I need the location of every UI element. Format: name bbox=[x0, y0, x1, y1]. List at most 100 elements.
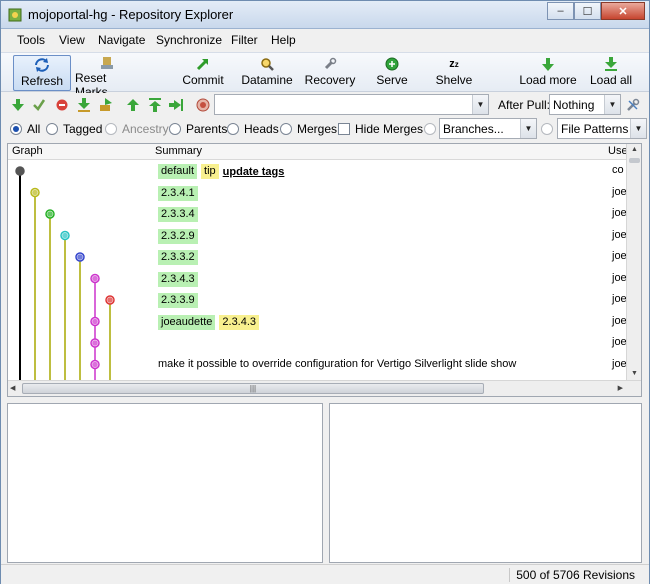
hide-merges-checkbox[interactable] bbox=[338, 123, 350, 135]
accept-check-icon[interactable] bbox=[31, 97, 47, 113]
wrench-icon bbox=[322, 55, 338, 73]
load-all-label: Load all bbox=[589, 73, 633, 87]
hide-merges-label[interactable]: Hide Merges bbox=[355, 122, 423, 136]
push-top-icon[interactable] bbox=[147, 97, 163, 113]
arrow-down-bar-icon bbox=[603, 55, 619, 73]
filter-all-label[interactable]: All bbox=[27, 122, 40, 136]
dropdown-arrow-icon[interactable]: ▼ bbox=[604, 95, 620, 114]
file-patterns-value: File Patterns bbox=[561, 122, 629, 136]
menu-filter[interactable]: Filter bbox=[231, 33, 258, 47]
file-list-pane[interactable] bbox=[7, 403, 323, 563]
column-header-summary[interactable]: Summary bbox=[155, 145, 202, 157]
load-more-label: Load more bbox=[519, 73, 577, 87]
row-user: joe bbox=[612, 336, 627, 348]
app-icon bbox=[8, 8, 22, 22]
maximize-button[interactable]: ☐ bbox=[574, 2, 601, 20]
table-row[interactable]: joe bbox=[8, 332, 628, 353]
table-row[interactable]: joeaudette 2.3.4.3 joe bbox=[8, 311, 628, 332]
refresh-label: Refresh bbox=[20, 74, 64, 88]
diff-pane[interactable] bbox=[329, 403, 642, 563]
horizontal-scroll-thumb[interactable]: ||| bbox=[22, 383, 484, 394]
filter-bar: All Tagged Ancestry Parents Heads Merges… bbox=[1, 117, 649, 141]
branches-select[interactable]: Branches... ▼ bbox=[439, 118, 537, 139]
recovery-button[interactable]: Recovery bbox=[302, 55, 358, 91]
dropdown-arrow-icon[interactable]: ▼ bbox=[520, 119, 536, 138]
filter-all-radio[interactable] bbox=[10, 123, 22, 135]
pull-icon[interactable] bbox=[76, 97, 92, 113]
filter-tagged-label[interactable]: Tagged bbox=[63, 122, 102, 136]
shelve-button[interactable]: zz Shelve bbox=[434, 55, 474, 91]
title-bar[interactable]: mojoportal-hg - Repository Explorer ‒ ☐ … bbox=[1, 1, 649, 29]
arrow-down-icon bbox=[540, 55, 556, 73]
scroll-up-icon[interactable]: ▲ bbox=[629, 146, 640, 154]
column-header-graph[interactable]: Graph bbox=[12, 145, 43, 157]
close-button[interactable]: ✕ bbox=[601, 2, 645, 20]
row-user: joe bbox=[612, 185, 627, 198]
filter-parents-radio[interactable] bbox=[169, 123, 181, 135]
dropdown-arrow-icon[interactable]: ▼ bbox=[630, 119, 646, 138]
table-row[interactable]: 2.3.2.9 joe bbox=[8, 225, 628, 246]
stop-target-icon[interactable] bbox=[195, 97, 211, 113]
dropdown-arrow-icon[interactable]: ▼ bbox=[472, 95, 488, 114]
scroll-right-icon[interactable]: ▶ bbox=[618, 384, 623, 392]
filter-merges-label[interactable]: Merges bbox=[297, 122, 337, 136]
repository-path-combobox[interactable]: ▼ bbox=[214, 94, 489, 115]
refresh-icon bbox=[33, 56, 51, 74]
tag-badge: 2.3.3.2 bbox=[158, 250, 198, 265]
menu-tools[interactable]: Tools bbox=[17, 33, 45, 47]
row-summary: make it possible to override configurati… bbox=[158, 358, 516, 370]
filter-file-patterns-radio[interactable] bbox=[541, 123, 553, 135]
commit-message: make it possible to override configurati… bbox=[158, 357, 517, 370]
push-up-icon[interactable] bbox=[125, 97, 141, 113]
table-row[interactable]: 2.3.3.2 joe bbox=[8, 246, 628, 267]
settings-icon[interactable] bbox=[625, 97, 641, 113]
menu-view[interactable]: View bbox=[59, 33, 85, 47]
filter-branch-radio[interactable] bbox=[424, 123, 436, 135]
table-row[interactable]: 2.3.3.9 joe bbox=[8, 289, 628, 310]
vertical-scroll-thumb[interactable] bbox=[629, 158, 640, 163]
incoming-icon[interactable] bbox=[10, 97, 26, 113]
after-pull-select[interactable]: Nothing ▼ bbox=[549, 94, 621, 115]
reject-icon[interactable] bbox=[54, 97, 70, 113]
tag-badge: 2.3.2.9 bbox=[158, 228, 198, 244]
commit-label: Commit bbox=[182, 73, 224, 87]
vertical-scrollbar[interactable]: ▲ ▼ bbox=[626, 144, 641, 380]
tag-badge: 2.3.4.3 bbox=[219, 314, 260, 330]
menu-help[interactable]: Help bbox=[271, 33, 296, 47]
row-user: joe bbox=[612, 357, 627, 370]
table-row[interactable]: default tip update tags co bbox=[8, 160, 628, 181]
load-all-button[interactable]: Load all bbox=[587, 55, 635, 91]
datamine-button[interactable]: Datamine bbox=[239, 55, 295, 91]
table-row[interactable]: make it possible to override configurati… bbox=[8, 354, 628, 375]
commit-button[interactable]: Commit bbox=[179, 55, 227, 91]
filter-merges-radio[interactable] bbox=[280, 123, 292, 135]
serve-button[interactable]: Serve bbox=[373, 55, 411, 91]
file-patterns-select[interactable]: File Patterns ▼ bbox=[557, 118, 647, 139]
load-more-button[interactable]: Load more bbox=[517, 55, 579, 91]
column-header-user[interactable]: Use bbox=[608, 145, 628, 157]
magnifier-icon bbox=[259, 55, 275, 73]
window-controls: ‒ ☐ ✕ bbox=[547, 2, 645, 20]
commit-message: update tags bbox=[222, 165, 285, 178]
refresh-button[interactable]: Refresh bbox=[13, 55, 71, 91]
minimize-button[interactable]: ‒ bbox=[547, 2, 574, 20]
table-row[interactable]: 2.3.3.4 joe bbox=[8, 203, 628, 224]
filter-parents-label[interactable]: Parents bbox=[186, 122, 227, 136]
scroll-down-icon[interactable]: ▼ bbox=[629, 370, 640, 378]
row-user: joe bbox=[612, 293, 627, 305]
push-branch-icon[interactable] bbox=[168, 97, 184, 113]
revision-graph-table[interactable]: Graph Summary Use default tip update tags c… bbox=[7, 143, 642, 397]
menu-navigate[interactable]: Navigate bbox=[98, 33, 145, 47]
menu-synchronize[interactable]: Synchronize bbox=[156, 33, 222, 47]
horizontal-scrollbar[interactable]: ◀ ||| ▶ bbox=[8, 380, 641, 396]
filter-heads-radio[interactable] bbox=[227, 123, 239, 135]
reset-marks-button[interactable]: Reset Marks bbox=[75, 55, 139, 99]
datamine-label: Datamine bbox=[241, 73, 293, 87]
outgoing-icon[interactable] bbox=[98, 97, 114, 113]
table-row[interactable]: 2.3.4.1 joe bbox=[8, 182, 628, 203]
row-user: joe bbox=[612, 250, 627, 262]
filter-heads-label[interactable]: Heads bbox=[244, 122, 279, 136]
table-row[interactable]: 2.3.4.3 joe bbox=[8, 268, 628, 289]
scroll-left-icon[interactable]: ◀ bbox=[10, 384, 15, 392]
filter-tagged-radio[interactable] bbox=[46, 123, 58, 135]
